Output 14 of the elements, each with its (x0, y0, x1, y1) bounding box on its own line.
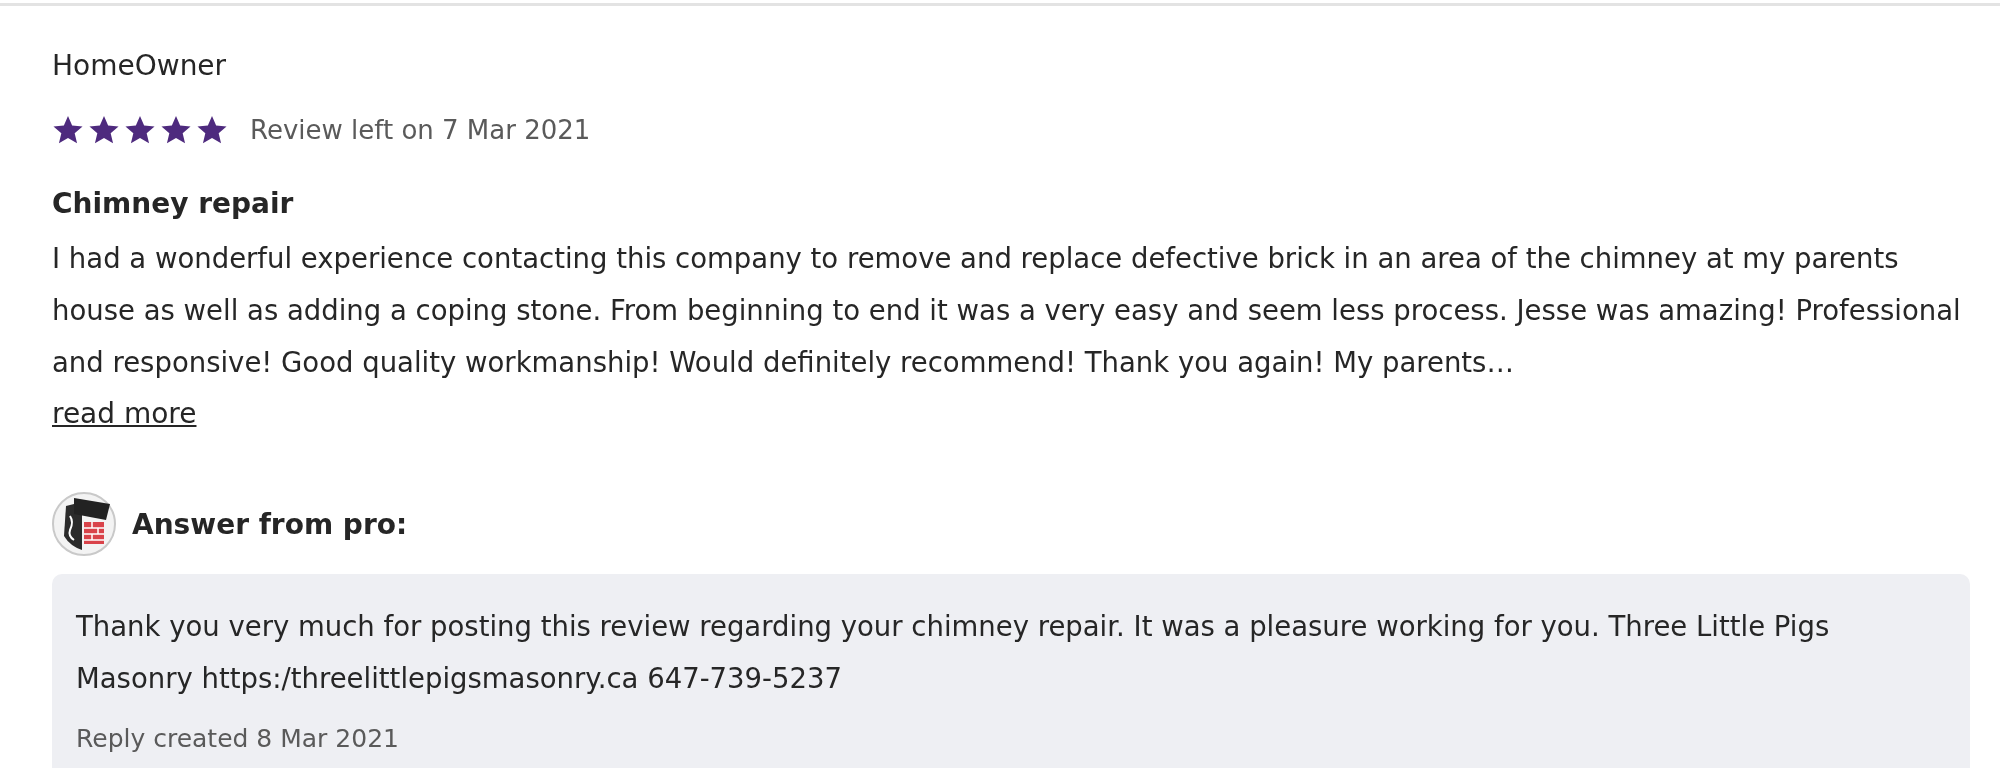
reply-date: Reply created 8 Mar 2021 (76, 724, 400, 753)
answer-heading: Answer from pro: (132, 507, 408, 541)
review-text: I had a wonderful experience contacting this company to remove and replace defective brick in an area of the chimney at my parents house as well as adding a coping stone. From beginning to end it was a very easy and seem less process. Jesse was amazing! Professional and responsive! Good quality workmanship! Would definitely recommend! Thank you again! My parents… (52, 241, 1962, 380)
review-date: Review left on 7 Mar 2021 (250, 115, 591, 145)
review-title: Chimney repair (52, 186, 295, 222)
star-icon (88, 114, 120, 146)
reply-text: Thank you very much for posting this review regarding your chimney repair. It was a pleasure working for you. Three Little Pigs Masonry https:/threelittlepigsmasonry.ca 647-739-5237 (76, 609, 1831, 696)
star-icon (52, 114, 84, 146)
read-more-link[interactable]: read more (52, 388, 197, 440)
star-icon (160, 114, 192, 146)
author-name: HomeOwner (52, 48, 228, 84)
brick-logo-icon (52, 492, 116, 556)
star-icon (124, 114, 156, 146)
star-icon (196, 114, 228, 146)
